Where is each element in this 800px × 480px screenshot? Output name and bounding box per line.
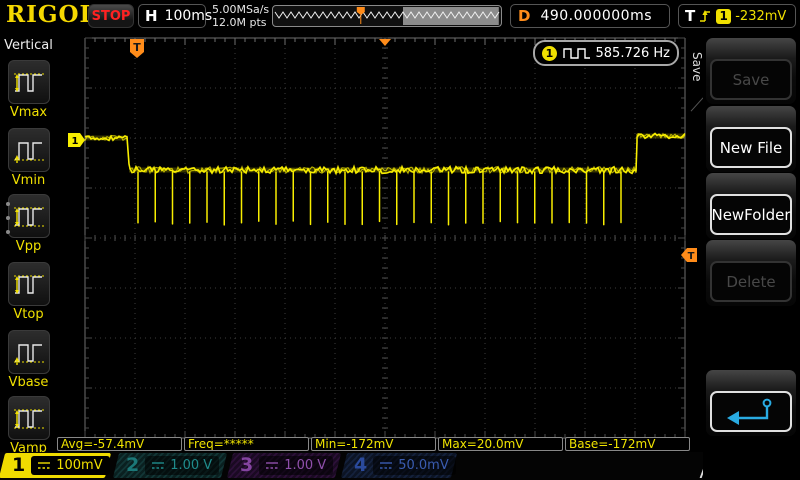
trigger-level-value: -232mV <box>735 8 787 24</box>
menu-page-dot <box>6 202 10 206</box>
channel-scale-value: 1.00 V <box>284 458 327 473</box>
channel-badge-3[interactable]: 3 1.00 V <box>226 453 342 478</box>
softkey-slot: Save <box>706 38 796 104</box>
freq-counter-value: 585.726 Hz <box>595 45 671 61</box>
channel-number: 2 <box>126 454 140 476</box>
horizontal-timebase-box[interactable]: H 100ms <box>138 4 212 28</box>
measurement-readout-row: Avg=-57.4mV Freq=***** Min=-172mV Max=20.0m… <box>57 437 690 451</box>
vmax-icon <box>7 60 50 104</box>
run-state-indicator[interactable]: STOP <box>88 4 134 28</box>
measure-item-label: Vmin <box>11 173 46 188</box>
softkey-return-arrow-button[interactable] <box>710 391 792 432</box>
menu-page-dot <box>6 230 10 234</box>
horizontal-center-marker[interactable] <box>379 39 391 46</box>
softkey-slot: New File <box>706 106 796 172</box>
softkey-menu: Save New File NewFolder Delete <box>703 30 800 480</box>
channel-badge-content: 3 1.00 V <box>230 453 338 478</box>
coupling-dc-icon <box>38 462 51 469</box>
vamp-icon <box>7 396 50 440</box>
channel-badge-content: 1 100mV <box>2 453 110 478</box>
delay-box[interactable]: D 490.000000ms <box>510 4 670 28</box>
channel-scale-value: 1.00 V <box>170 458 213 473</box>
channel-badge-content: 4 50.0mV <box>344 453 456 478</box>
softkey-delete-button: Delete <box>710 261 792 302</box>
delay-label: D <box>518 7 531 25</box>
softkey-slot <box>706 370 796 436</box>
ch1-offset-marker[interactable]: 1 <box>68 133 85 147</box>
memory-depth: 12.0M pts <box>212 16 267 29</box>
oscilloscope-screen: RIGOL STOP H 100ms 5.00MSa/s 12.0M pts D… <box>0 0 800 480</box>
measure-item-vmax[interactable]: Vmax <box>0 60 57 120</box>
measure-item-label: Vbase <box>8 375 49 390</box>
channel-scale-value: 50.0mV <box>398 458 449 473</box>
svg-text:1: 1 <box>72 136 79 147</box>
measure-item-label: Vmax <box>9 105 48 120</box>
softkey-slot: Delete <box>706 240 796 306</box>
menu-page-dot <box>6 216 10 220</box>
coupling-dc-icon <box>380 462 393 469</box>
rigol-logo: RIGOL <box>6 1 97 28</box>
trigger-label: T <box>685 7 696 25</box>
trigger-source-badge: 1 <box>716 8 732 24</box>
vbase-icon <box>7 330 50 374</box>
memory-waveform-preview[interactable] <box>272 5 502 27</box>
channel-badge-4[interactable]: 4 50.0mV <box>340 453 458 478</box>
sample-rate: 5.00MSa/s <box>212 3 270 16</box>
softkey-save-button: Save <box>710 59 792 100</box>
measurement-readout: Avg=-57.4mV <box>57 437 182 451</box>
measure-item-label: Vpp <box>15 239 42 254</box>
measure-item-label: Vtop <box>13 307 44 322</box>
acquisition-info: 5.00MSa/s 12.0M pts <box>212 3 269 29</box>
channel-badge-1[interactable]: 1 100mV <box>0 453 112 478</box>
channel-badge-content: 2 1.00 V <box>116 453 224 478</box>
softkey-new-file-button[interactable]: New File <box>710 127 792 168</box>
channel-scale: 50.0mV <box>373 456 456 475</box>
delay-value: 490.000000ms <box>540 8 652 24</box>
return-arrow-icon <box>727 398 772 425</box>
preview-trigger-marker <box>356 7 365 24</box>
coupling-dc-icon <box>266 462 279 469</box>
measure-item-vmin[interactable]: Vmin <box>0 128 57 188</box>
channel-scale: 100mV <box>31 456 110 475</box>
measurement-readout: Max=20.0mV <box>438 437 563 451</box>
measurement-readout: Min=-172mV <box>311 437 436 451</box>
frequency-counter: 1 585.726 Hz <box>533 40 679 66</box>
measure-item-vtop[interactable]: Vtop <box>0 262 57 322</box>
vertical-measure-menu: Vertical Vmax Vmin Vpp Vtop Vbase Vamp <box>0 30 57 480</box>
vpp-icon <box>7 194 50 238</box>
channel-badge-2[interactable]: 2 1.00 V <box>112 453 228 478</box>
waveform-display: T 1 T <box>68 37 697 439</box>
coupling-dc-icon <box>152 462 165 469</box>
measurement-readout: Freq=***** <box>184 437 309 451</box>
channel-scale: 1.00 V <box>145 456 220 475</box>
measure-item-vbase[interactable]: Vbase <box>0 330 57 390</box>
channel-status-bar: 1 100mV 2 1.00 V 3 1.00 V 4 50.0mV <box>0 452 800 480</box>
menu-title: Vertical <box>4 38 53 53</box>
channel-scale: 1.00 V <box>259 456 334 475</box>
channel-number: 1 <box>12 454 26 476</box>
trigger-position-marker[interactable]: T <box>130 39 144 58</box>
menu-tab-save: Save <box>690 52 704 82</box>
horizontal-label: H <box>145 7 158 25</box>
vmin-icon <box>7 128 50 172</box>
measure-item-vamp[interactable]: Vamp <box>0 396 57 456</box>
trigger-level-marker[interactable]: T <box>681 248 697 262</box>
svg-text:T: T <box>133 41 141 54</box>
square-wave-icon <box>563 48 590 59</box>
softkey-slot: NewFolder <box>706 173 796 239</box>
measurement-readout: Base=-172mV <box>565 437 690 451</box>
channel-number: 3 <box>240 454 254 476</box>
svg-text:T: T <box>688 251 695 262</box>
trigger-box[interactable]: T 1 -232mV <box>678 4 796 28</box>
trigger-edge-icon <box>700 10 711 22</box>
channel-number: 4 <box>354 454 368 476</box>
softkey-newfolder-button[interactable]: NewFolder <box>710 194 792 235</box>
freq-counter-channel-badge: 1 <box>542 45 557 61</box>
vtop-icon <box>7 262 50 306</box>
channel-scale-value: 100mV <box>56 458 103 473</box>
timebase-value: 100ms <box>164 8 213 24</box>
